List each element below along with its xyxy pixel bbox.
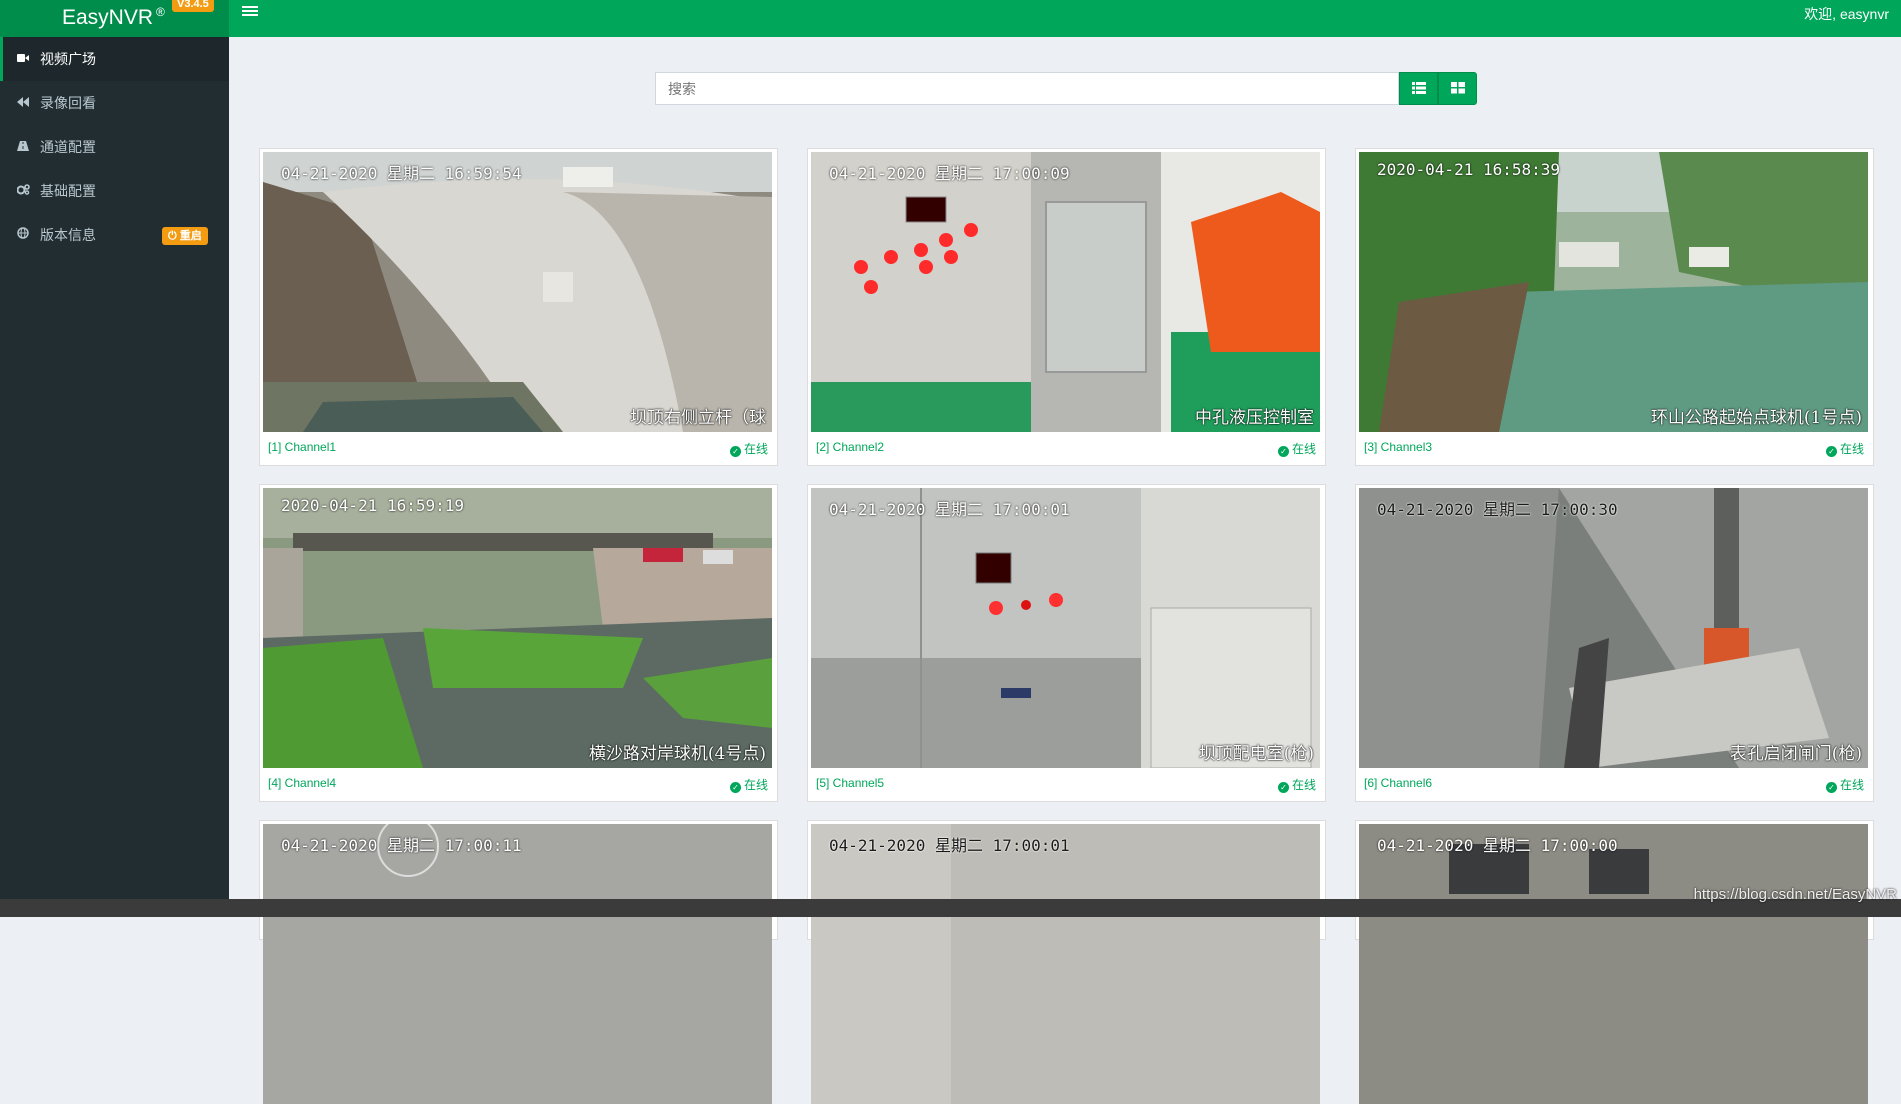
globe-icon xyxy=(16,213,30,257)
channel-caption: 坝顶右侧立杆（球 xyxy=(630,408,766,428)
channel-link[interactable]: [3] Channel3 xyxy=(1364,440,1432,454)
channel-preview[interactable]: 2020-04-21 16:59:19 横沙路对岸球机(4号点) xyxy=(263,488,772,768)
sidebar-item-channel-config[interactable]: 通道配置 xyxy=(0,125,229,169)
status-badge: ✓ 在线 xyxy=(729,776,768,793)
channel-preview[interactable]: 04-21-2020 星期二 17:00:09 中孔液压控制室 xyxy=(811,152,1320,432)
gears-icon xyxy=(16,169,30,213)
channel-meta: [1] Channel1 ✓ 在线 xyxy=(263,432,774,462)
status-badge: ✓ 在线 xyxy=(1277,440,1316,457)
check-circle-icon: ✓ xyxy=(729,446,741,457)
check-circle-icon: ✓ xyxy=(729,782,741,793)
sidebar: 视频广场 录像回看 通道配置 基础配置 版本信息 ⏻ 重启 xyxy=(0,37,229,917)
channel-link[interactable]: [2] Channel2 xyxy=(816,440,884,454)
backward-icon xyxy=(16,81,30,125)
channel-osd: 04-21-2020 星期二 17:00:11 xyxy=(281,836,522,855)
channel-meta: [5] Channel5 ✓ 在线 xyxy=(811,768,1322,798)
channel-link[interactable]: [6] Channel6 xyxy=(1364,776,1432,790)
logo[interactable]: EasyNVR ® V3.4.5 xyxy=(0,0,229,37)
channel-meta: [2] Channel2 ✓ 在线 xyxy=(811,432,1322,462)
status-badge: ✓ 在线 xyxy=(729,440,768,457)
menu-toggle-icon[interactable] xyxy=(242,4,258,20)
watermark: https://blog.csdn.net/EasyNVR xyxy=(1693,886,1897,903)
sidebar-item-basic-config[interactable]: 基础配置 xyxy=(0,169,229,213)
channel-caption: 坝顶配电室(枪) xyxy=(1198,744,1314,764)
channel-card: 04-21-2020 星期二 17:00:11 xyxy=(259,820,778,1104)
channel-osd: 04-21-2020 星期二 17:00:30 xyxy=(1377,500,1618,519)
app-name: EasyNVR ® xyxy=(62,5,165,29)
channel-card: 04-21-2020 星期二 17:00:09 中孔液压控制室 [2] Chan… xyxy=(807,148,1326,466)
grid-view-button[interactable] xyxy=(1438,72,1477,105)
channel-osd: 04-21-2020 星期二 17:00:00 xyxy=(1377,836,1618,855)
restart-button[interactable]: ⏻ 重启 xyxy=(162,227,208,245)
channel-card: 04-21-2020 星期二 16:59:54 坝顶右侧立杆（球 [1] Cha… xyxy=(259,148,778,466)
sidebar-item-label: 通道配置 xyxy=(40,139,96,155)
power-icon: ⏻ xyxy=(168,230,177,242)
status-badge: ✓ 在线 xyxy=(1825,440,1864,457)
sidebar-item-label: 视频广场 xyxy=(40,51,96,67)
channel-preview[interactable]: 04-21-2020 星期二 17:00:01 坝顶配电室(枪) xyxy=(811,488,1320,768)
channel-osd: 2020-04-21 16:59:19 xyxy=(281,496,465,515)
channel-preview[interactable]: 04-21-2020 星期二 17:00:30 表孔启闭闸门(枪) xyxy=(1359,488,1868,768)
check-circle-icon: ✓ xyxy=(1277,446,1289,457)
check-circle-icon: ✓ xyxy=(1277,782,1289,793)
status-badge: ✓ 在线 xyxy=(1825,776,1864,793)
channel-link[interactable]: [5] Channel5 xyxy=(816,776,884,790)
channel-meta: [3] Channel3 ✓ 在线 xyxy=(1359,432,1870,462)
welcome-user[interactable]: 欢迎, easynvr xyxy=(1804,4,1889,24)
channel-osd: 04-21-2020 星期二 17:00:01 xyxy=(829,836,1070,855)
channel-meta: [6] Channel6 ✓ 在线 xyxy=(1359,768,1870,798)
channel-card: 04-21-2020 星期二 17:00:01 xyxy=(807,820,1326,1104)
channel-link[interactable]: [1] Channel1 xyxy=(268,440,336,454)
channel-preview[interactable]: 04-21-2020 星期二 17:00:11 xyxy=(263,824,772,1104)
sidebar-item-playback[interactable]: 录像回看 xyxy=(0,81,229,125)
channel-card: 04-21-2020 星期二 17:00:01 坝顶配电室(枪) [5] Cha… xyxy=(807,484,1326,802)
version-badge: V3.4.5 xyxy=(172,0,214,12)
search-bar xyxy=(655,72,1477,105)
top-header: EasyNVR ® V3.4.5 欢迎, easynvr xyxy=(0,0,1901,37)
search-input[interactable] xyxy=(655,72,1399,105)
channel-card: 2020-04-21 16:58:39 环山公路起始点球机(1号点) [3] C… xyxy=(1355,148,1874,466)
sidebar-item-version-info[interactable]: 版本信息 ⏻ 重启 xyxy=(0,213,229,257)
sidebar-item-label: 版本信息 xyxy=(40,227,96,243)
video-camera-icon xyxy=(16,37,30,81)
list-icon xyxy=(1412,82,1426,94)
channel-caption: 表孔启闭闸门(枪) xyxy=(1729,744,1862,764)
grid-icon xyxy=(1451,82,1465,94)
channel-caption: 环山公路起始点球机(1号点) xyxy=(1650,408,1862,428)
bottom-toolbar xyxy=(0,899,1901,917)
sidebar-item-label: 录像回看 xyxy=(40,95,96,111)
channel-preview[interactable]: 04-21-2020 星期二 16:59:54 坝顶右侧立杆（球 xyxy=(263,152,772,432)
channel-osd: 2020-04-21 16:58:39 xyxy=(1377,160,1561,179)
channel-card: 04-21-2020 星期二 17:00:30 表孔启闭闸门(枪) [6] Ch… xyxy=(1355,484,1874,802)
channel-osd: 04-21-2020 星期二 16:59:54 xyxy=(281,164,522,183)
channel-osd: 04-21-2020 星期二 17:00:01 xyxy=(829,500,1070,519)
check-circle-icon: ✓ xyxy=(1825,446,1837,457)
channel-caption: 横沙路对岸球机(4号点) xyxy=(588,744,766,764)
list-view-button[interactable] xyxy=(1399,72,1438,105)
check-circle-icon: ✓ xyxy=(1825,782,1837,793)
channel-preview[interactable]: 04-21-2020 星期二 17:00:00 xyxy=(1359,824,1868,1104)
channel-link[interactable]: [4] Channel4 xyxy=(268,776,336,790)
channel-card: 04-21-2020 星期二 17:00:00 xyxy=(1355,820,1874,1104)
channel-osd: 04-21-2020 星期二 17:00:09 xyxy=(829,164,1070,183)
channel-card: 2020-04-21 16:59:19 横沙路对岸球机(4号点) [4] Cha… xyxy=(259,484,778,802)
status-badge: ✓ 在线 xyxy=(1277,776,1316,793)
channel-preview[interactable]: 04-21-2020 星期二 17:00:01 xyxy=(811,824,1320,1104)
channel-caption: 中孔液压控制室 xyxy=(1195,408,1314,428)
sidebar-item-video-square[interactable]: 视频广场 xyxy=(0,37,229,81)
channel-preview[interactable]: 2020-04-21 16:58:39 环山公路起始点球机(1号点) xyxy=(1359,152,1868,432)
channel-meta: [4] Channel4 ✓ 在线 xyxy=(263,768,774,798)
road-icon xyxy=(16,125,30,169)
sidebar-item-label: 基础配置 xyxy=(40,183,96,199)
